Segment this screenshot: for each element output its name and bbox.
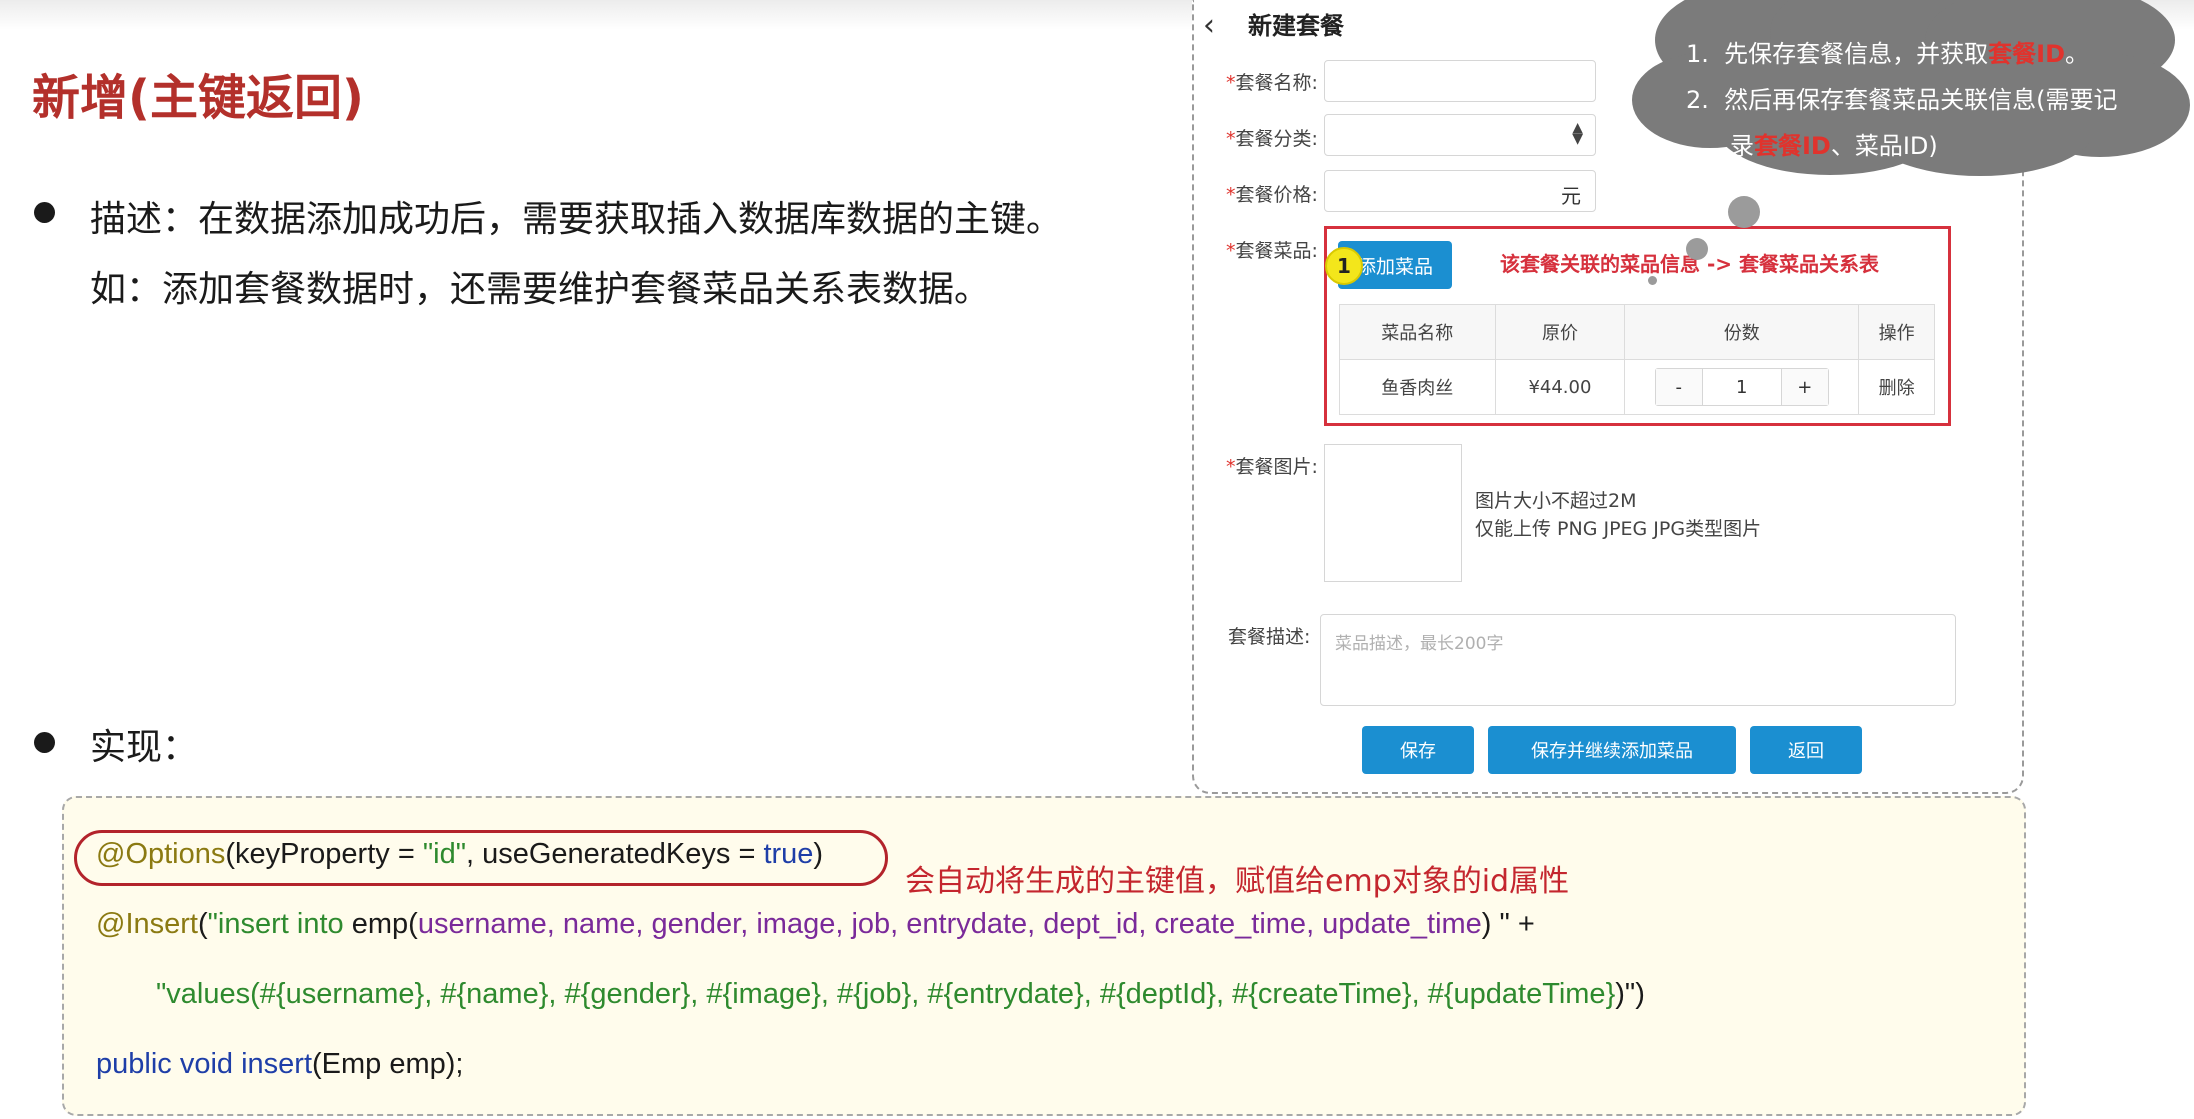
delete-link[interactable]: 删除: [1858, 359, 1935, 415]
table-row: 鱼香肉丝 ¥44.00 - 1 + 删除: [1339, 359, 1935, 415]
pointer-dot: [1686, 238, 1708, 260]
description-line-1: 描述：在数据添加成功后，需要获取插入数据库数据的主键。: [90, 199, 1063, 240]
description-line-2: 如：添加套餐数据时，还需要维护套餐菜品关系表数据。: [90, 269, 991, 310]
code-line-values: "values(#{username}, #{name}, #{gender},…: [156, 978, 1645, 1010]
upload-size-hint: 图片大小不超过2M: [1475, 490, 1637, 512]
code-line-insert: @Insert("insert into emp(username, name,…: [96, 908, 1535, 940]
bullet-dot: [34, 202, 55, 223]
code-line-method: public void insert(Emp emp);: [96, 1048, 464, 1080]
required-mark: *: [1226, 184, 1236, 206]
combo-category-select[interactable]: ▲ ▼: [1324, 114, 1596, 156]
combo-name-label: *套餐名称:: [1226, 72, 1318, 94]
step-badge: 1: [1325, 247, 1363, 285]
quantity-stepper: - 1 +: [1654, 368, 1829, 406]
implementation-label: 实现：: [90, 727, 199, 768]
pointer-dot: [1728, 196, 1760, 228]
pointer-dot: [1648, 276, 1657, 285]
options-annotation-circle: [74, 830, 888, 886]
required-mark: *: [1226, 72, 1236, 94]
cloud-step-2-continued: 录套餐ID、菜品ID): [1730, 132, 1938, 160]
price-unit: 元: [1561, 184, 1581, 208]
combo-price-input[interactable]: 元: [1324, 170, 1596, 212]
column-header: 菜品名称: [1339, 304, 1496, 360]
cloud-step-2: 2. 然后再保存套餐菜品关联信息(需要记: [1686, 86, 2118, 114]
return-button[interactable]: 返回: [1750, 726, 1862, 774]
combo-dishes-label: *套餐菜品:: [1226, 240, 1318, 262]
bullet-dot: [34, 732, 55, 753]
form-title: 新建套餐: [1248, 12, 1344, 40]
cloud-step-1: 1. 先保存套餐信息，并获取套餐ID。: [1686, 40, 2090, 68]
quantity-cell: - 1 +: [1624, 359, 1860, 415]
combo-description-label: 套餐描述:: [1228, 626, 1311, 648]
back-chevron-icon[interactable]: ‹: [1203, 8, 1215, 43]
dish-price-cell: ¥44.00: [1494, 359, 1626, 415]
combo-category-label: *套餐分类:: [1226, 128, 1318, 150]
increment-button[interactable]: +: [1781, 369, 1828, 405]
slide-title: 新增(主键返回): [32, 70, 364, 126]
column-header: 原价: [1494, 304, 1626, 360]
quantity-value[interactable]: 1: [1701, 369, 1782, 405]
combo-description-textarea[interactable]: 菜品描述，最长200字: [1320, 614, 1956, 706]
image-upload-box[interactable]: [1324, 444, 1462, 582]
save-button[interactable]: 保存: [1362, 726, 1474, 774]
upload-type-hint: 仅能上传 PNG JPEG JPG类型图片: [1475, 518, 1762, 540]
combo-image-label: *套餐图片:: [1226, 456, 1318, 478]
table-header-row: 菜品名称 原价 份数 操作: [1339, 304, 1935, 360]
column-header: 份数: [1624, 304, 1860, 360]
dish-table: 菜品名称 原价 份数 操作 鱼香肉丝 ¥44.00 - 1 + 删除: [1339, 304, 1935, 415]
select-updown-icon: ▲ ▼: [1572, 120, 1583, 147]
dish-name-cell: 鱼香肉丝: [1339, 359, 1496, 415]
decrement-button[interactable]: -: [1655, 369, 1702, 405]
required-mark: *: [1226, 240, 1236, 262]
save-and-continue-button[interactable]: 保存并继续添加菜品: [1488, 726, 1736, 774]
combo-price-label: *套餐价格:: [1226, 184, 1318, 206]
required-mark: *: [1226, 456, 1236, 478]
options-annotation-note: 会自动将生成的主键值，赋值给emp对象的id属性: [905, 864, 1570, 899]
column-header: 操作: [1858, 304, 1935, 360]
combo-name-input[interactable]: [1324, 60, 1596, 102]
required-mark: *: [1226, 128, 1236, 150]
